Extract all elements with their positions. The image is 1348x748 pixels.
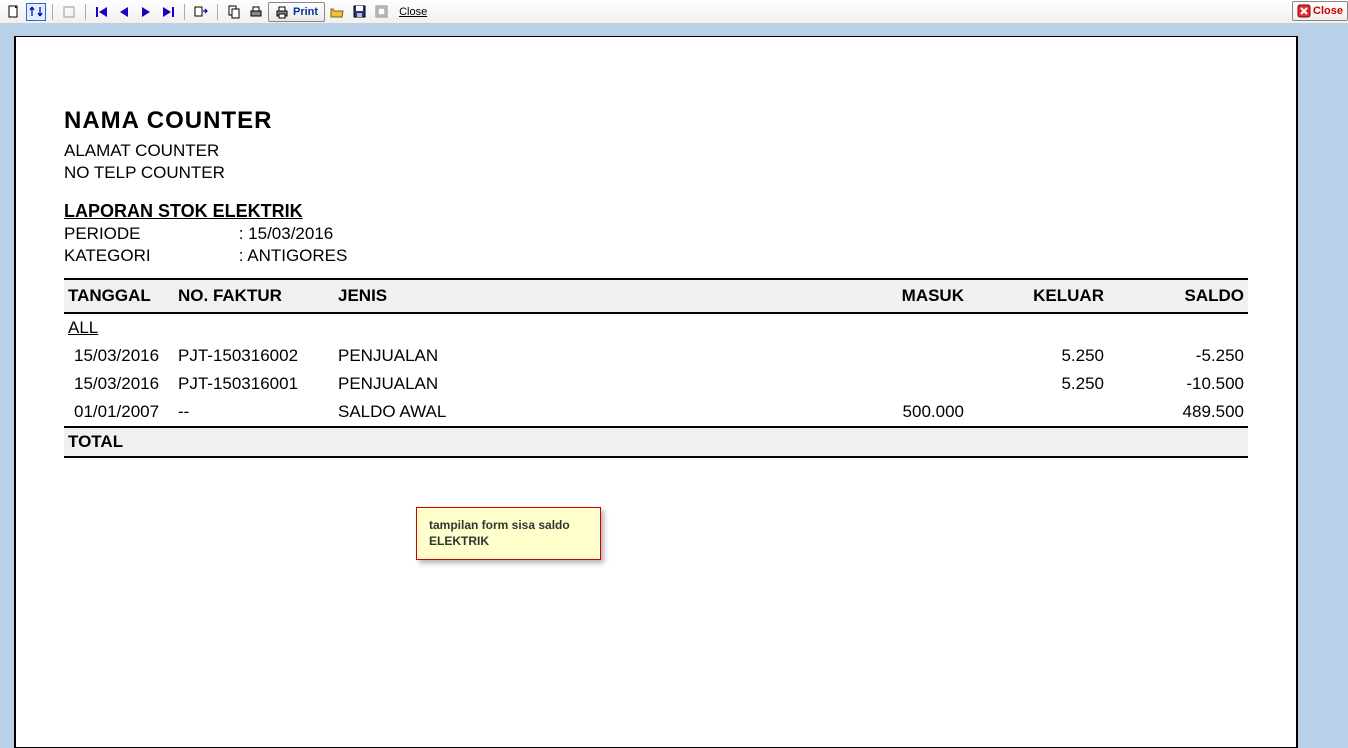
printer-icon [275,5,289,19]
report-viewer: NAMA COUNTER ALAMAT COUNTER NO TELP COUN… [0,24,1348,748]
col-jenis: JENIS [334,279,828,313]
report-table: TANGGAL NO. FAKTUR JENIS MASUK KELUAR SA… [64,278,1248,458]
category-row: KATEGORI : ANTIGORES [64,246,1248,266]
cell-keluar: 5.250 [968,342,1108,370]
col-keluar: KELUAR [968,279,1108,313]
toolbar-separator [52,4,53,20]
close-button[interactable]: Close [1292,1,1348,21]
category-value: ANTIGORES [247,246,347,265]
report-page: NAMA COUNTER ALAMAT COUNTER NO TELP COUN… [14,36,1298,748]
category-label: KATEGORI [64,246,234,266]
save-button[interactable] [349,3,369,21]
col-no-faktur: NO. FAKTUR [174,279,334,313]
annotation-text: tampilan form sisa saldo ELEKTRIK [429,518,570,548]
toolbar-separator [217,4,218,20]
group-label: ALL [64,313,1248,342]
cell-saldo: 489.500 [1108,398,1248,427]
counter-phone: NO TELP COUNTER [64,163,1248,183]
cell-masuk [828,342,968,370]
close-button-label: Close [1313,5,1343,17]
toolbar: Print Close Close [0,0,1348,24]
period-label: PERIODE [64,224,234,244]
close-link[interactable]: Close [399,6,427,18]
cell-no-faktur: -- [174,398,334,427]
cell-no-faktur: PJT-150316002 [174,342,334,370]
table-row: 01/01/2007 -- SALDO AWAL 500.000 489.500 [64,398,1248,427]
new-document-button[interactable] [4,3,24,21]
col-tanggal: TANGGAL [64,279,174,313]
annotation-callout: tampilan form sisa saldo ELEKTRIK [416,507,601,560]
goto-page-button[interactable] [191,3,211,21]
next-page-button[interactable] [136,3,156,21]
period-row: PERIODE : 15/03/2016 [64,224,1248,244]
print-button[interactable]: Print [268,2,325,22]
last-page-button[interactable] [158,3,178,21]
first-page-button[interactable] [92,3,112,21]
cell-tanggal: 15/03/2016 [64,370,174,398]
total-row: TOTAL [64,427,1248,457]
print-label: Print [293,6,318,18]
page-width-button[interactable] [59,3,79,21]
copy-button[interactable] [224,3,244,21]
table-header-row: TANGGAL NO. FAKTUR JENIS MASUK KELUAR SA… [64,279,1248,313]
prev-page-button[interactable] [114,3,134,21]
cell-keluar: 5.250 [968,370,1108,398]
col-masuk: MASUK [828,279,968,313]
cell-no-faktur: PJT-150316001 [174,370,334,398]
printer-setup-button[interactable] [246,3,266,21]
cell-masuk: 500.000 [828,398,968,427]
cell-saldo: -5.250 [1108,342,1248,370]
report-section-title: LAPORAN STOK ELEKTRIK [64,201,1248,222]
close-icon [1297,4,1311,18]
toolbar-separator [184,4,185,20]
period-value: 15/03/2016 [248,224,333,243]
export-button[interactable] [371,3,391,21]
counter-name: NAMA COUNTER [64,107,1248,135]
total-label: TOTAL [64,427,1248,457]
table-row: 15/03/2016 PJT-150316002 PENJUALAN 5.250… [64,342,1248,370]
cell-jenis: SALDO AWAL [334,398,828,427]
toolbar-separator [85,4,86,20]
cell-keluar [968,398,1108,427]
table-row: 15/03/2016 PJT-150316001 PENJUALAN 5.250… [64,370,1248,398]
zoom-tool-button[interactable] [26,3,46,21]
cell-tanggal: 01/01/2007 [64,398,174,427]
cell-jenis: PENJUALAN [334,342,828,370]
cell-saldo: -10.500 [1108,370,1248,398]
group-row: ALL [64,313,1248,342]
col-saldo: SALDO [1108,279,1248,313]
counter-address: ALAMAT COUNTER [64,141,1248,161]
open-button[interactable] [327,3,347,21]
cell-jenis: PENJUALAN [334,370,828,398]
cell-masuk [828,370,968,398]
cell-tanggal: 15/03/2016 [64,342,174,370]
